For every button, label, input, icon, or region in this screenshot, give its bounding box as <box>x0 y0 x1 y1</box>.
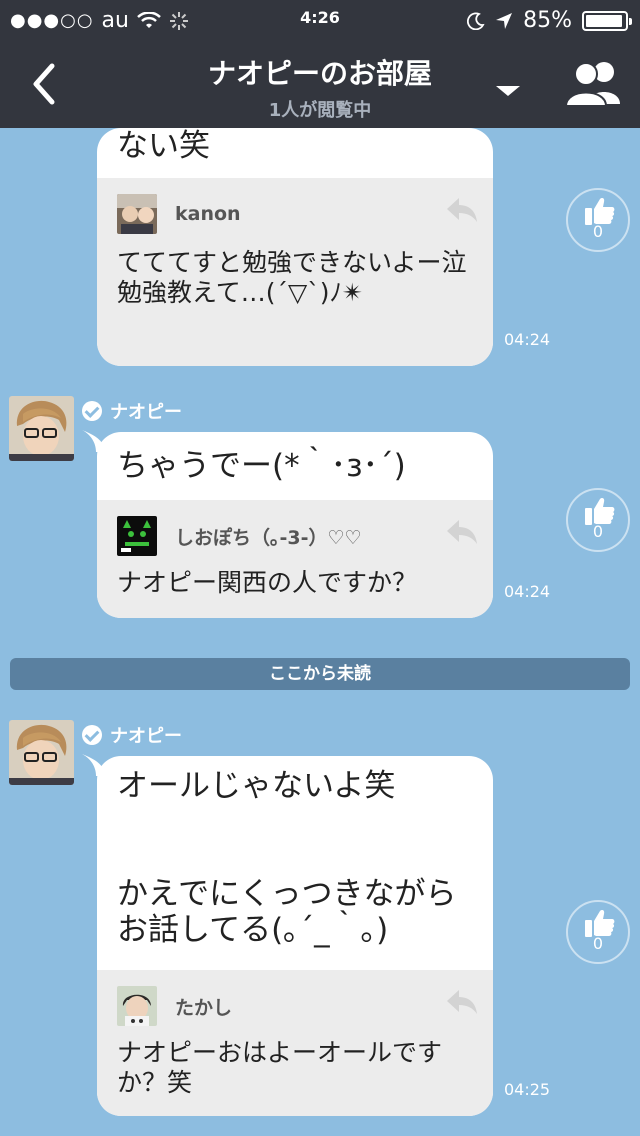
sender-name: ナオピー <box>110 726 182 747</box>
sender-name: ナオピー <box>110 402 182 423</box>
reply-arrow-icon[interactable] <box>445 196 479 224</box>
message-timestamp: 04:24 <box>504 582 551 601</box>
reply-text: てててすと勉強できないよー泣 勉強教えて…(´▽`)ﾉ✴︎ <box>117 248 467 307</box>
quoted-reply[interactable]: たかし ナオピーおはよーオールですか？笑 <box>97 970 493 1116</box>
message-text: ない笑 <box>117 128 210 164</box>
battery-icon <box>582 10 632 31</box>
moon-icon <box>467 12 485 30</box>
reply-avatar <box>117 516 157 556</box>
message-bubble[interactable]: ちゃうでー(*｀･з･´) しおぽち（｡-3-）♡♡ ナオピー関西の人ですか？ <box>97 432 493 618</box>
unread-divider: ここから未読 <box>10 658 630 690</box>
reply-avatar <box>117 194 157 234</box>
reply-arrow-icon[interactable] <box>445 518 479 546</box>
reply-author: たかし <box>175 996 233 1019</box>
message-text: オールじゃないよ笑 かえでにくっつきながらお話してる(｡´_｀｡) <box>117 768 457 948</box>
message-timestamp: 04:24 <box>504 330 551 349</box>
reply-text: ナオピー関西の人ですか？ <box>117 568 418 597</box>
quoted-reply[interactable]: kanon てててすと勉強できないよー泣 勉強教えて…(´▽`)ﾉ✴︎ <box>97 178 493 366</box>
sender-name-row: ナオピー <box>82 722 182 748</box>
message-timestamp: 04:25 <box>504 1080 551 1099</box>
verified-check-icon <box>82 401 102 421</box>
viewer-count: 1人が閲覧中 <box>268 100 372 121</box>
dropdown-caret-icon[interactable] <box>496 86 520 96</box>
message-bubble[interactable]: オールじゃないよ笑 かえでにくっつきながらお話してる(｡´_｀｡) たかし ナオ… <box>97 756 493 1116</box>
status-bar: ●●●○○ au 4:26 85% <box>0 0 640 40</box>
location-arrow-icon <box>496 12 513 29</box>
message-text: ちゃうでー(*｀･з･´) <box>117 448 406 484</box>
reply-avatar <box>117 986 157 1026</box>
sender-name-row: ナオピー <box>82 398 182 424</box>
reply-text: ナオピーおはよーオールですか？笑 <box>117 1038 443 1097</box>
like-count: 0 <box>592 522 604 541</box>
like-button[interactable]: 0 <box>566 900 630 964</box>
reply-arrow-icon[interactable] <box>445 988 479 1016</box>
room-title[interactable]: ナオピーのお部屋 <box>0 52 640 92</box>
battery-percentage: 85% <box>523 8 572 33</box>
message-bubble[interactable]: ない笑 kanon てててすと勉強できないよー泣 勉強教えて…(´▽`)ﾉ✴︎ <box>97 128 493 366</box>
navigation-bar: ナオピーのお部屋 1人が閲覧中 <box>0 40 640 128</box>
sender-avatar[interactable] <box>9 396 74 461</box>
quoted-reply[interactable]: しおぽち（｡-3-）♡♡ ナオピー関西の人ですか？ <box>97 500 493 618</box>
like-count: 0 <box>592 222 604 241</box>
like-button[interactable]: 0 <box>566 488 630 552</box>
like-button[interactable]: 0 <box>566 188 630 252</box>
reply-author: kanon <box>175 203 241 225</box>
sender-avatar[interactable] <box>9 720 74 785</box>
members-icon[interactable] <box>564 60 626 106</box>
verified-check-icon <box>82 725 102 745</box>
reply-author: しおぽち（｡-3-）♡♡ <box>175 526 362 549</box>
like-count: 0 <box>592 934 604 953</box>
